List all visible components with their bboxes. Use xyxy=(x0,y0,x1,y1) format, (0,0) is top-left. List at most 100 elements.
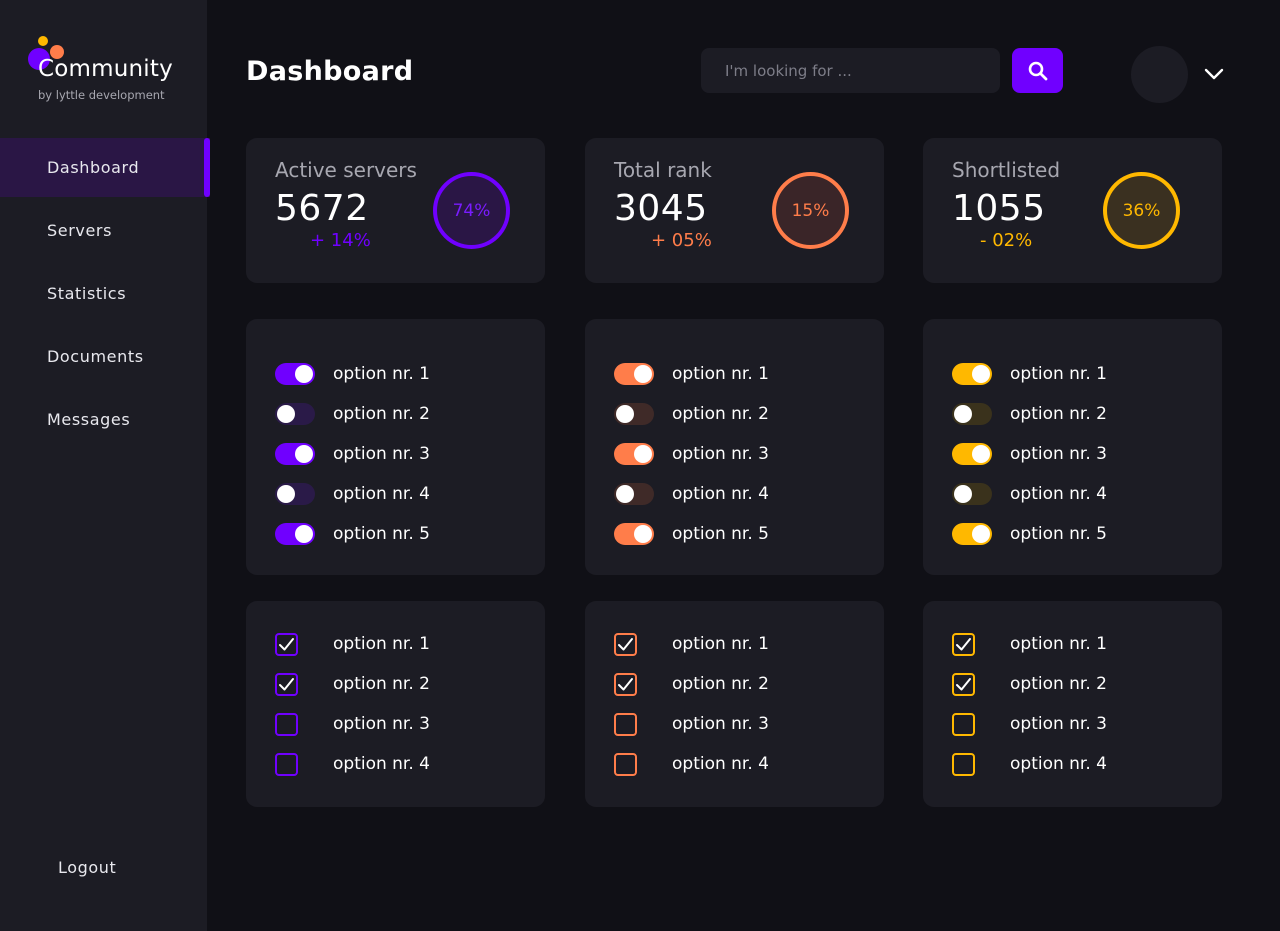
brand-tagline: by lyttle development xyxy=(38,88,165,102)
sidebar-item-messages[interactable]: Messages xyxy=(0,390,210,449)
option-label: option nr. 5 xyxy=(333,524,430,544)
toggle-knob xyxy=(295,525,313,543)
brand-name: Community xyxy=(38,56,173,82)
check-icon xyxy=(956,677,971,690)
toggle-switch[interactable] xyxy=(275,483,315,505)
toggle-switch[interactable] xyxy=(952,363,992,385)
stat-change: - 02% xyxy=(980,230,1033,251)
toggle-knob xyxy=(277,485,295,503)
logout-link[interactable]: Logout xyxy=(58,858,116,877)
toggle-knob xyxy=(634,445,652,463)
brand-logo[interactable]: Community by lyttle development xyxy=(28,36,198,106)
toggle-knob xyxy=(616,485,634,503)
sidebar-item-dashboard[interactable]: Dashboard xyxy=(0,138,210,197)
option-label: option nr. 2 xyxy=(333,404,430,424)
checkbox-checked[interactable] xyxy=(275,632,298,656)
toggle-knob xyxy=(295,445,313,463)
toggle-switch[interactable] xyxy=(952,443,992,465)
checkbox-unchecked[interactable] xyxy=(275,752,298,776)
toggle-switch[interactable] xyxy=(275,403,315,425)
toggle-card-purple: option nr. 1 option nr. 2 option nr. 3 opti… xyxy=(246,319,545,575)
checkbox-unchecked[interactable] xyxy=(614,752,637,776)
check-icon xyxy=(279,677,294,690)
option-label: option nr. 1 xyxy=(672,634,769,654)
toggle-switch[interactable] xyxy=(952,523,992,545)
option-label: option nr. 5 xyxy=(1010,524,1107,544)
toggle-knob xyxy=(954,405,972,423)
option-label: option nr. 4 xyxy=(1010,754,1107,774)
check-icon xyxy=(279,637,294,650)
option-label: option nr. 4 xyxy=(333,484,430,504)
stat-change: + 05% xyxy=(651,230,712,251)
checkbox-checked[interactable] xyxy=(952,672,975,696)
search-button[interactable] xyxy=(1012,48,1063,93)
checkbox-unchecked[interactable] xyxy=(275,712,298,736)
checkbox-checked[interactable] xyxy=(952,632,975,656)
checkbox-checked[interactable] xyxy=(275,672,298,696)
option-label: option nr. 3 xyxy=(333,714,430,734)
stat-label: Shortlisted xyxy=(952,158,1061,182)
option-label: option nr. 2 xyxy=(1010,404,1107,424)
stat-label: Active servers xyxy=(275,158,417,182)
stat-value: 5672 xyxy=(275,188,369,229)
toggle-knob xyxy=(972,525,990,543)
sidebar-nav: Dashboard Servers Statistics Documents M… xyxy=(0,138,210,453)
toggle-knob xyxy=(954,485,972,503)
stat-value: 1055 xyxy=(952,188,1046,229)
toggle-switch[interactable] xyxy=(614,483,654,505)
option-label: option nr. 4 xyxy=(1010,484,1107,504)
stat-card-active-servers: Active servers 5672 + 14% 74% xyxy=(246,138,545,283)
toggle-switch[interactable] xyxy=(952,403,992,425)
toggle-switch[interactable] xyxy=(614,443,654,465)
sidebar-item-servers[interactable]: Servers xyxy=(0,201,210,260)
option-label: option nr. 3 xyxy=(333,444,430,464)
option-label: option nr. 4 xyxy=(333,754,430,774)
page-title: Dashboard xyxy=(246,56,414,87)
checkbox-unchecked[interactable] xyxy=(614,712,637,736)
option-label: option nr. 3 xyxy=(672,444,769,464)
sidebar-item-statistics[interactable]: Statistics xyxy=(0,264,210,323)
option-label: option nr. 1 xyxy=(1010,364,1107,384)
checkbox-card-yellow: option nr. 1 option nr. 2 option nr. 3 opti… xyxy=(923,601,1222,807)
toggle-switch[interactable] xyxy=(275,443,315,465)
option-label: option nr. 1 xyxy=(1010,634,1107,654)
option-label: option nr. 2 xyxy=(1010,674,1107,694)
chevron-down-icon[interactable] xyxy=(1202,62,1226,86)
progress-ring: 74% xyxy=(433,172,510,249)
checkbox-unchecked[interactable] xyxy=(952,752,975,776)
stat-label: Total rank xyxy=(614,158,712,182)
option-label: option nr. 3 xyxy=(1010,444,1107,464)
search-icon xyxy=(1028,61,1047,80)
toggle-knob xyxy=(616,405,634,423)
checkbox-card-orange: option nr. 1 option nr. 2 option nr. 3 opti… xyxy=(585,601,884,807)
search-input[interactable] xyxy=(701,48,1000,93)
toggle-switch[interactable] xyxy=(614,523,654,545)
stat-card-shortlisted: Shortlisted 1055 - 02% 36% xyxy=(923,138,1222,283)
option-label: option nr. 1 xyxy=(333,634,430,654)
toggle-knob xyxy=(634,365,652,383)
progress-ring: 36% xyxy=(1103,172,1180,249)
option-label: option nr. 2 xyxy=(333,674,430,694)
toggle-switch[interactable] xyxy=(614,363,654,385)
check-icon xyxy=(618,677,633,690)
option-label: option nr. 5 xyxy=(672,524,769,544)
checkbox-checked[interactable] xyxy=(614,672,637,696)
toggle-knob xyxy=(634,525,652,543)
sidebar-item-documents[interactable]: Documents xyxy=(0,327,210,386)
toggle-switch[interactable] xyxy=(614,403,654,425)
toggle-switch[interactable] xyxy=(275,363,315,385)
toggle-switch[interactable] xyxy=(952,483,992,505)
toggle-knob xyxy=(277,405,295,423)
toggle-card-orange: option nr. 1 option nr. 2 option nr. 3 opti… xyxy=(585,319,884,575)
checkbox-unchecked[interactable] xyxy=(952,712,975,736)
option-label: option nr. 3 xyxy=(672,714,769,734)
option-label: option nr. 1 xyxy=(672,364,769,384)
avatar[interactable] xyxy=(1131,46,1188,103)
option-label: option nr. 1 xyxy=(333,364,430,384)
sidebar: Community by lyttle development Dashboar… xyxy=(0,0,210,931)
stat-change: + 14% xyxy=(310,230,371,251)
progress-ring: 15% xyxy=(772,172,849,249)
toggle-switch[interactable] xyxy=(275,523,315,545)
stat-value: 3045 xyxy=(614,188,708,229)
checkbox-checked[interactable] xyxy=(614,632,637,656)
